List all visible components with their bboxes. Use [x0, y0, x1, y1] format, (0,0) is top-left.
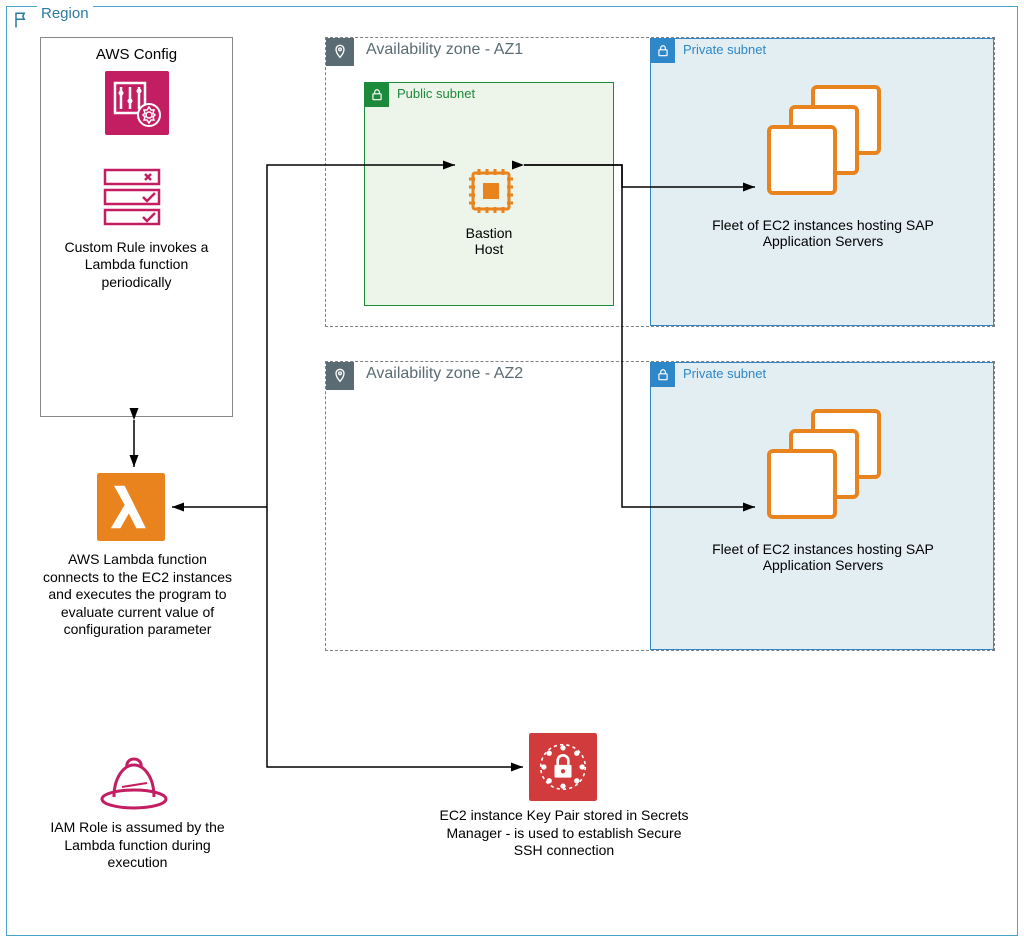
region-container: Region AWS Config Custom Rule invokes a	[6, 6, 1018, 936]
secrets-manager-icon	[529, 733, 597, 806]
custom-rule-icon	[103, 168, 171, 228]
public-subnet-label: Public subnet	[397, 86, 475, 101]
az1-zone: Availability zone - AZ1 Public subnet Ba…	[325, 37, 995, 327]
aws-config-icon	[105, 71, 169, 135]
private-subnet-az1: Private subnet Fleet of EC2 instances ho…	[650, 38, 994, 326]
lambda-text: AWS Lambda function connects to the EC2 …	[40, 551, 235, 639]
aws-config-title: AWS Config	[51, 46, 222, 65]
ec2-fleet-icon-az1	[761, 81, 891, 206]
lambda-icon	[97, 473, 165, 541]
bastion-host-icon	[463, 163, 519, 224]
private-subnet-label-az2: Private subnet	[683, 366, 766, 381]
pin-icon	[326, 38, 354, 66]
public-subnet: Public subnet Bastion Host	[364, 82, 614, 306]
fleet-label-az2: Fleet of EC2 instances hosting SAP Appli…	[691, 541, 955, 573]
custom-rule-text: Custom Rule invokes a Lambda function pe…	[51, 239, 222, 292]
private-subnet-az2: Private subnet Fleet of EC2 instances ho…	[650, 362, 994, 650]
pin-icon	[326, 362, 354, 390]
az2-title: Availability zone - AZ2	[366, 365, 523, 383]
private-subnet-label-az1: Private subnet	[683, 42, 766, 57]
region-label: Region	[37, 5, 93, 22]
region-flag-icon	[13, 11, 31, 29]
lock-icon	[651, 39, 675, 63]
iam-role-icon	[99, 755, 169, 816]
bastion-host-label: Bastion Host	[365, 225, 613, 257]
iam-role-text: IAM Role is assumed by the Lambda functi…	[40, 819, 235, 872]
aws-config-group: AWS Config Custom Rule invokes a Lambda …	[40, 37, 233, 417]
fleet-label-az1: Fleet of EC2 instances hosting SAP Appli…	[691, 217, 955, 249]
az2-zone: Availability zone - AZ2 Private subnet F…	[325, 361, 995, 651]
lock-icon	[651, 363, 675, 387]
az1-title: Availability zone - AZ1	[366, 41, 523, 59]
lock-icon	[365, 83, 389, 107]
secrets-text: EC2 instance Key Pair stored in Secrets …	[439, 807, 689, 860]
ec2-fleet-icon-az2	[761, 405, 891, 530]
